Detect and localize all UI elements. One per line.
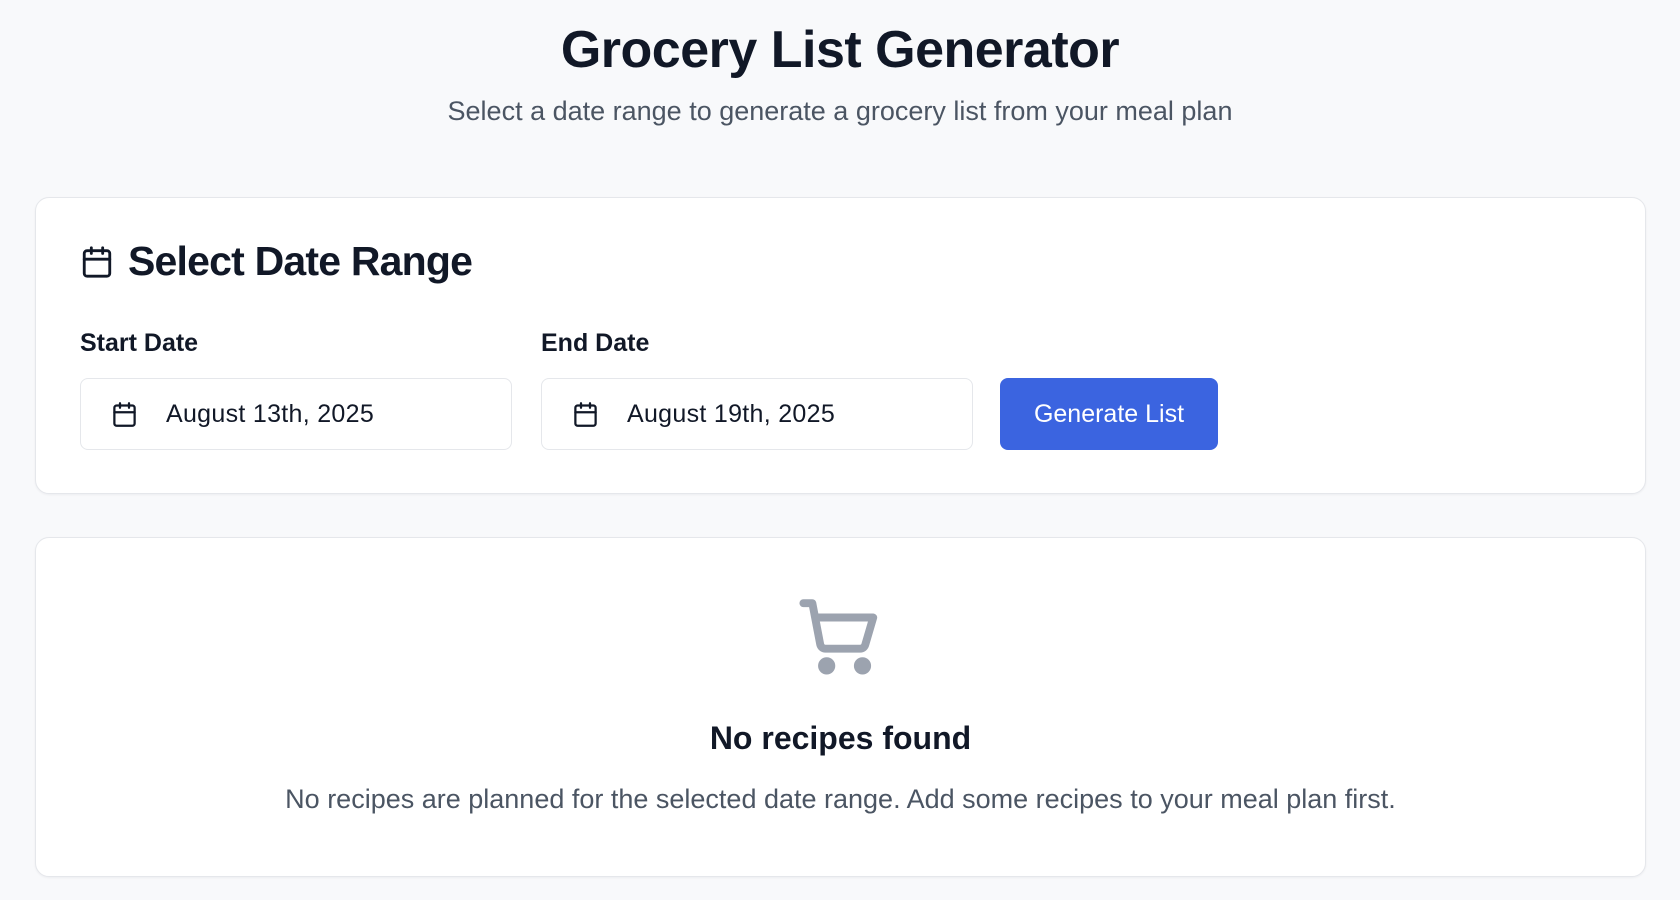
date-range-card: Select Date Range Start Date August 13th… bbox=[35, 197, 1646, 494]
shopping-cart-icon bbox=[798, 596, 884, 682]
start-date-label: Start Date bbox=[80, 329, 199, 357]
end-date-field: End Date August 19th, 2025 bbox=[541, 328, 973, 450]
start-date-field: Start Date August 13th, 2025 bbox=[80, 328, 512, 450]
generate-list-button[interactable]: Generate List bbox=[1000, 378, 1218, 450]
grocery-list-page: Grocery List Generator Select a date ran… bbox=[0, 0, 1680, 900]
start-date-value: August 13th, 2025 bbox=[166, 399, 375, 428]
empty-state-card: No recipes found No recipes are planned … bbox=[35, 537, 1646, 877]
end-date-picker[interactable]: August 19th, 2025 bbox=[541, 378, 973, 450]
calendar-icon bbox=[572, 401, 599, 428]
page-subtitle: Select a date range to generate a grocer… bbox=[447, 96, 1233, 126]
end-date-value: August 19th, 2025 bbox=[627, 399, 836, 428]
start-date-picker[interactable]: August 13th, 2025 bbox=[80, 378, 512, 450]
empty-state-description: No recipes are planned for the selected … bbox=[285, 784, 1396, 814]
page-header: Grocery List Generator Select a date ran… bbox=[0, 0, 1680, 128]
empty-state-title: No recipes found bbox=[709, 720, 972, 756]
date-range-card-header: Select Date Range bbox=[80, 238, 473, 285]
end-date-label: End Date bbox=[541, 329, 650, 357]
calendar-icon bbox=[111, 401, 138, 428]
calendar-icon bbox=[80, 245, 114, 279]
date-range-card-title: Select Date Range bbox=[128, 238, 473, 284]
page-title: Grocery List Generator bbox=[560, 21, 1120, 79]
